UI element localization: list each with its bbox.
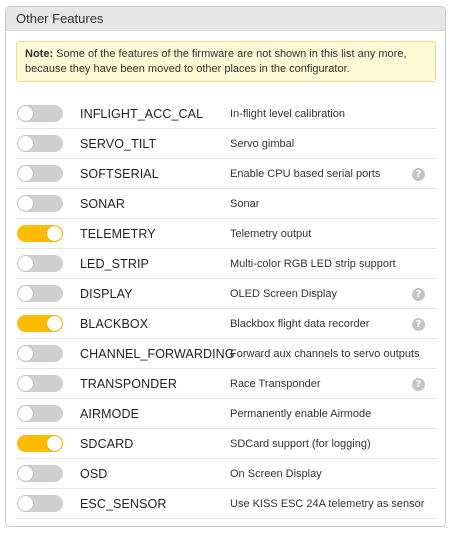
feature-toggle[interactable] — [17, 165, 63, 182]
toggle-knob — [47, 316, 62, 331]
feature-toggle[interactable] — [17, 135, 63, 152]
help-icon[interactable]: ? — [412, 168, 425, 181]
feature-name: SONAR — [80, 197, 125, 211]
feature-name: OSD — [80, 467, 108, 481]
feature-row-display: DISPLAY OLED Screen Display? — [16, 280, 437, 309]
feature-toggle[interactable] — [17, 105, 63, 122]
feature-description: SDCard support (for logging) — [230, 438, 371, 450]
toggle-knob — [18, 376, 33, 391]
feature-name: SOFTSERIAL — [80, 167, 159, 181]
feature-name: AIRMODE — [80, 407, 140, 421]
note-label: Note: — [25, 48, 54, 60]
feature-toggle[interactable] — [17, 225, 63, 242]
panel-title: Other Features — [6, 7, 445, 31]
other-features-panel: Other Features Note: Some of the feature… — [5, 6, 446, 527]
feature-name: BLACKBOX — [80, 317, 149, 331]
help-icon[interactable]: ? — [412, 288, 425, 301]
feature-row-esc-sensor: ESC_SENSOR Use KISS ESC 24A telemetry as … — [16, 490, 437, 519]
feature-name: TELEMETRY — [80, 227, 156, 241]
toggle-knob — [18, 106, 33, 121]
toggle-knob — [47, 436, 62, 451]
feature-name: ESC_SENSOR — [80, 497, 167, 511]
feature-name: TRANSPONDER — [80, 377, 177, 391]
feature-row-sdcard: SDCARD SDCard support (for logging) — [16, 430, 437, 459]
feature-description: On Screen Display — [230, 468, 322, 480]
feature-toggle[interactable] — [17, 435, 63, 452]
feature-description: Enable CPU based serial ports — [230, 168, 381, 180]
feature-description: Permanently enable Airmode — [230, 408, 372, 420]
feature-name: SDCARD — [80, 437, 134, 451]
help-icon[interactable]: ? — [412, 318, 425, 331]
toggle-knob — [18, 496, 33, 511]
feature-toggle[interactable] — [17, 345, 63, 362]
feature-name: INFLIGHT_ACC_CAL — [80, 107, 204, 121]
feature-name: SERVO_TILT — [80, 137, 157, 151]
feature-toggle[interactable] — [17, 315, 63, 332]
toggle-knob — [18, 136, 33, 151]
feature-toggle[interactable] — [17, 405, 63, 422]
help-icon[interactable]: ? — [412, 378, 425, 391]
toggle-knob — [18, 196, 33, 211]
feature-description: Use KISS ESC 24A telemetry as sensor — [230, 498, 425, 510]
feature-row-blackbox: BLACKBOX Blackbox flight data recorder? — [16, 310, 437, 339]
feature-row-servo-tilt: SERVO_TILT Servo gimbal — [16, 130, 437, 159]
feature-list: INFLIGHT_ACC_CAL In-flight level calibrat… — [16, 100, 437, 520]
feature-description: Race Transponder — [230, 378, 321, 390]
feature-name: CHANNEL_FORWARDING — [80, 347, 235, 361]
feature-description: Sonar — [230, 198, 260, 210]
toggle-knob — [47, 226, 62, 241]
feature-description: Telemetry output — [230, 228, 312, 240]
toggle-knob — [18, 346, 33, 361]
note-box: Note: Some of the features of the firmwa… — [16, 41, 436, 82]
feature-description: Servo gimbal — [230, 138, 295, 150]
feature-name: DISPLAY — [80, 287, 133, 301]
toggle-knob — [18, 166, 33, 181]
feature-description: In-flight level calibration — [230, 108, 345, 120]
feature-row-osd: OSD On Screen Display — [16, 460, 437, 489]
feature-description: Multi-color RGB LED strip support — [230, 258, 396, 270]
feature-description: OLED Screen Display — [230, 288, 337, 300]
feature-row-sonar: SONAR Sonar — [16, 190, 437, 219]
feature-toggle[interactable] — [17, 195, 63, 212]
note-text: Some of the features of the firmware are… — [25, 48, 407, 75]
feature-toggle[interactable] — [17, 495, 63, 512]
feature-row-telemetry: TELEMETRY Telemetry output — [16, 220, 437, 249]
feature-description: Blackbox flight data recorder — [230, 318, 370, 330]
feature-description: Forward aux channels to servo outputs — [230, 348, 420, 360]
feature-toggle[interactable] — [17, 465, 63, 482]
feature-row-channel-forwarding: CHANNEL_FORWARDING Forward aux channels t… — [16, 340, 437, 369]
toggle-knob — [18, 406, 33, 421]
feature-row-transponder: TRANSPONDER Race Transponder? — [16, 370, 437, 399]
feature-row-inflight-acc-cal: INFLIGHT_ACC_CAL In-flight level calibrat… — [16, 100, 437, 129]
feature-toggle[interactable] — [17, 255, 63, 272]
feature-name: LED_STRIP — [80, 257, 149, 271]
toggle-knob — [18, 256, 33, 271]
feature-row-airmode: AIRMODE Permanently enable Airmode — [16, 400, 437, 429]
feature-toggle[interactable] — [17, 285, 63, 302]
feature-row-softserial: SOFTSERIAL Enable CPU based serial ports? — [16, 160, 437, 189]
feature-toggle[interactable] — [17, 375, 63, 392]
feature-row-led-strip: LED_STRIP Multi-color RGB LED strip suppo… — [16, 250, 437, 279]
toggle-knob — [18, 466, 33, 481]
toggle-knob — [18, 286, 33, 301]
